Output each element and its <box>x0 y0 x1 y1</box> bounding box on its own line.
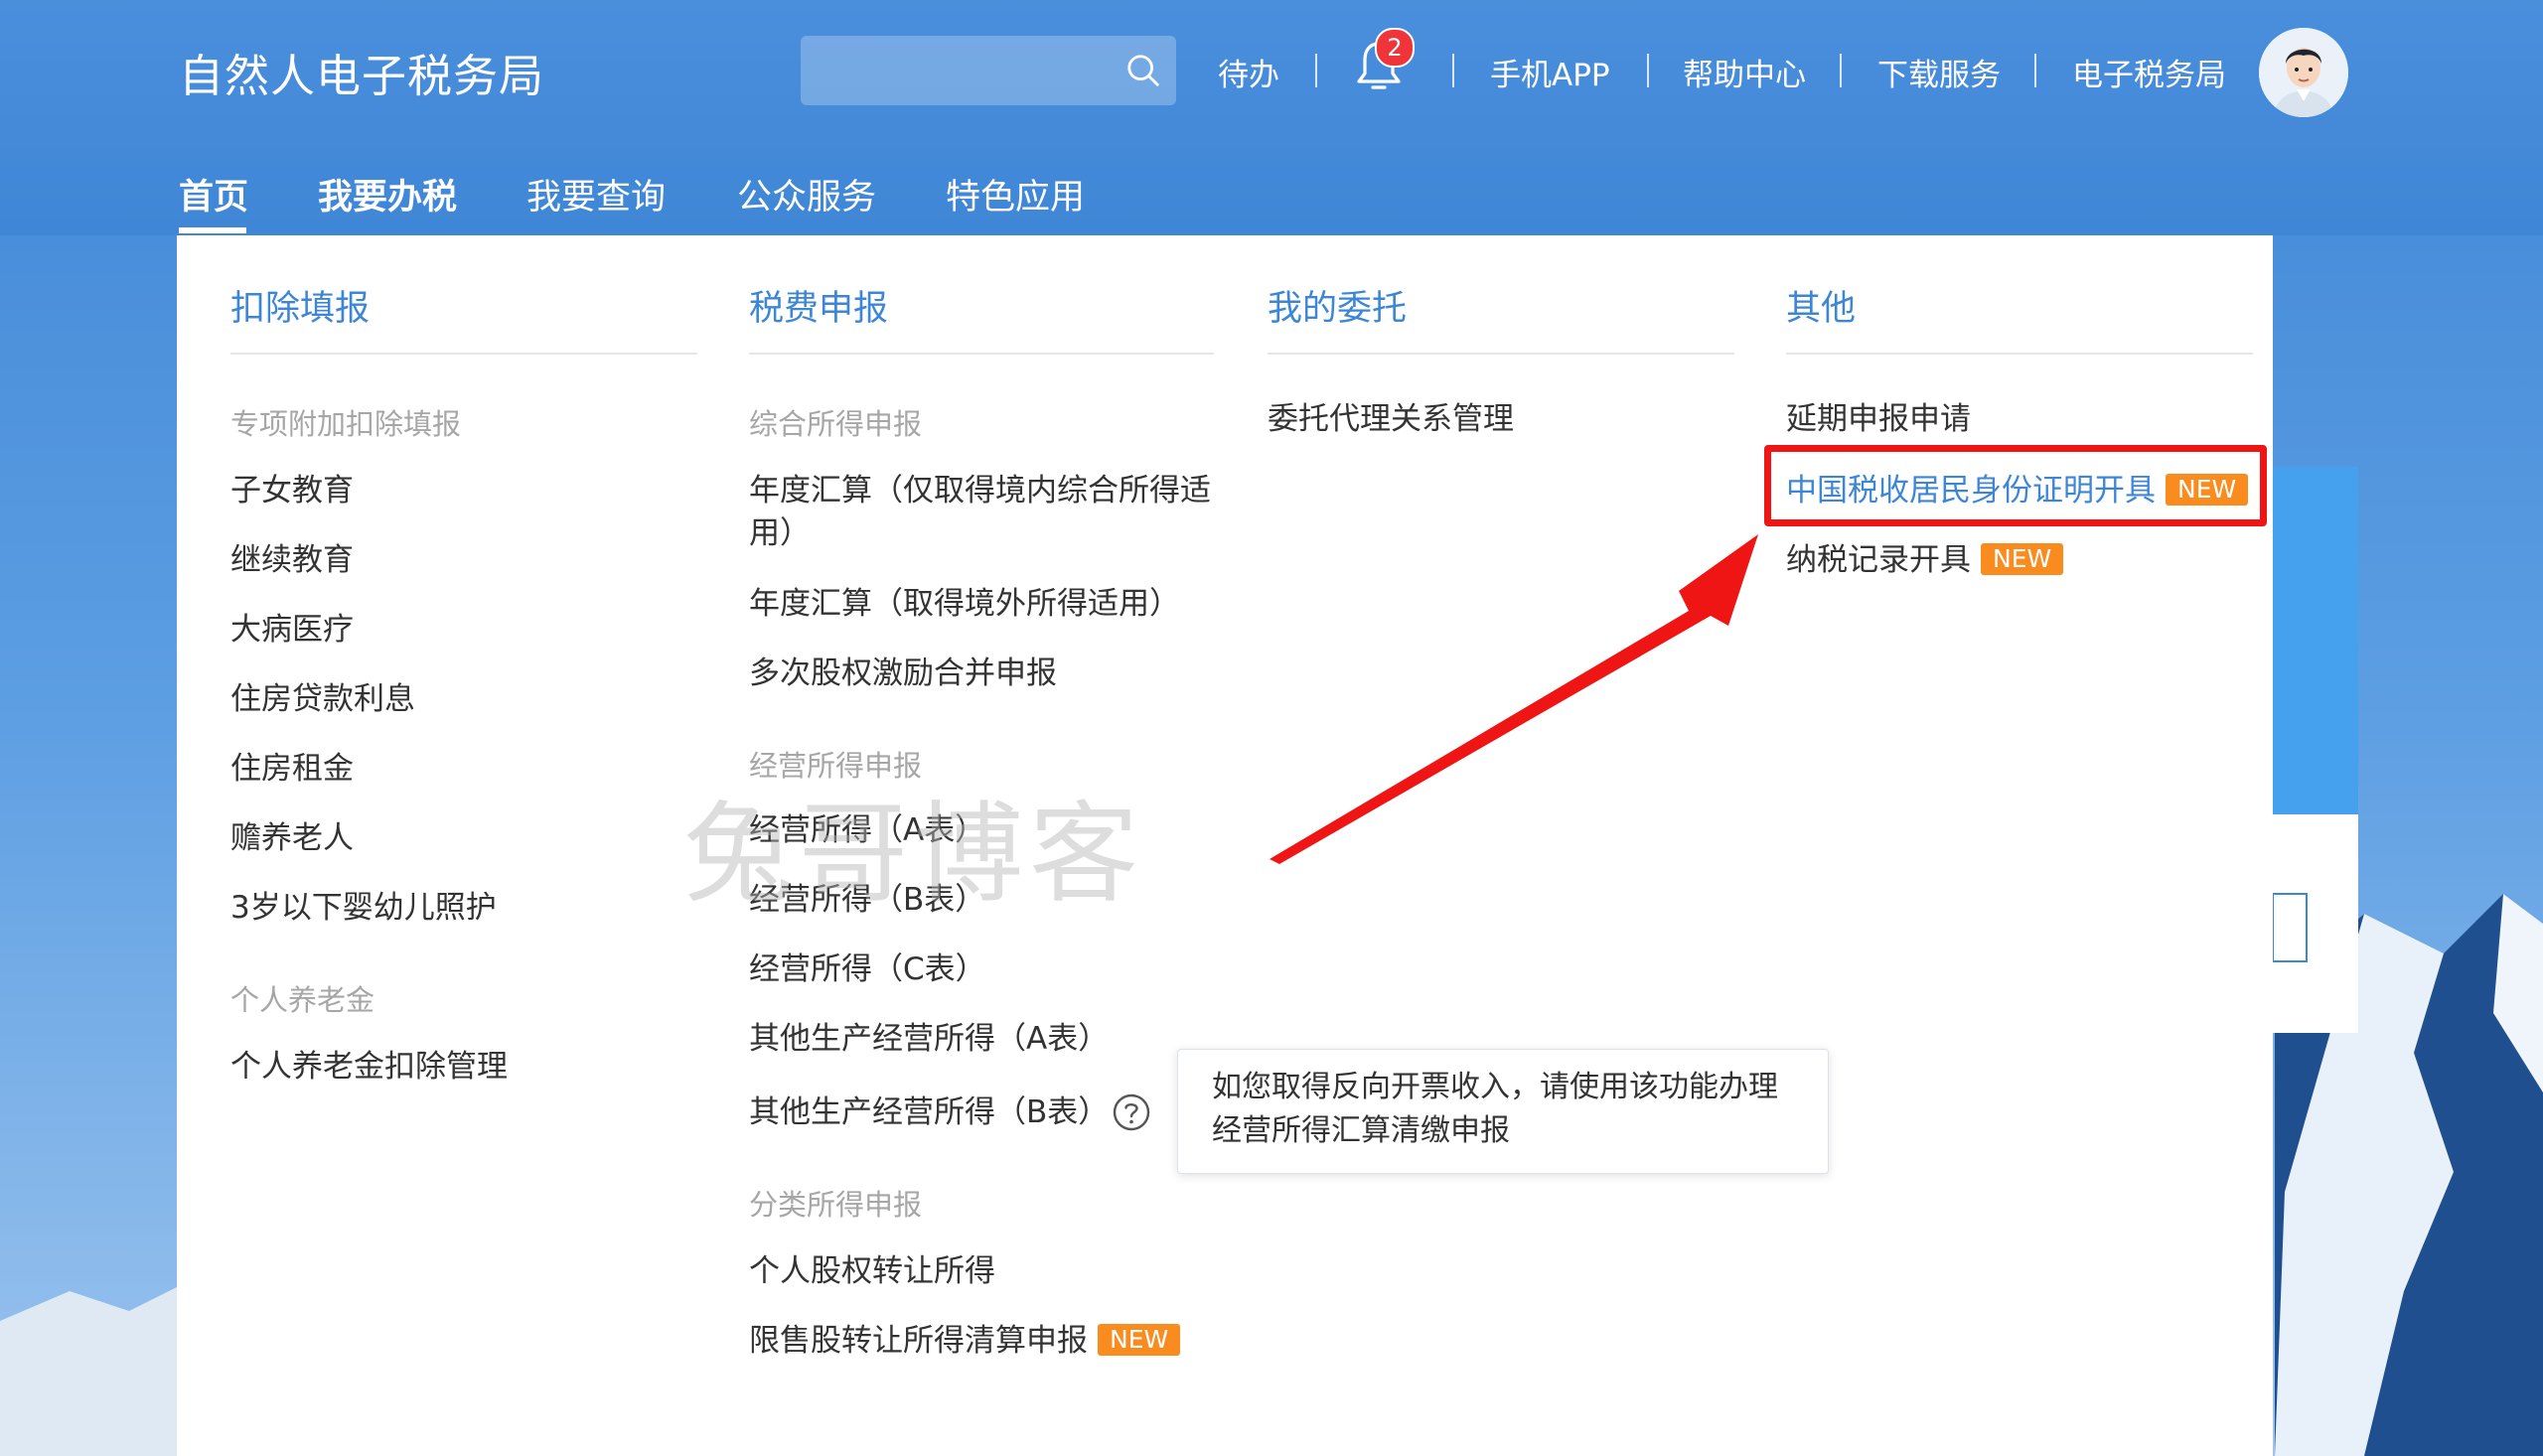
nav-home-underline <box>179 227 246 233</box>
watermark: 兔哥博客 <box>683 791 1144 918</box>
divider <box>2034 54 2036 87</box>
menu-item-label: 限售股转让所得清算申报 <box>749 1323 1088 1359</box>
section-label: 个人养老金 <box>230 983 375 1017</box>
divider <box>230 353 697 355</box>
menu-item[interactable]: 其他生产经营所得（A表） <box>749 1017 1109 1061</box>
menu-item[interactable]: 多次股权激励合并申报 <box>749 652 1057 695</box>
nav-tax-handling[interactable]: 我要办税 <box>318 169 457 219</box>
column-title-my-delegation: 我的委托 <box>1268 289 1408 329</box>
menu-item[interactable]: 委托代理关系管理 <box>1268 397 1514 441</box>
site-title[interactable]: 自然人电子税务局 <box>179 40 544 104</box>
new-badge: NEW <box>1098 1324 1181 1356</box>
menu-item[interactable]: 3岁以下婴幼儿照护 <box>230 886 497 930</box>
menu-item[interactable]: 用） <box>749 511 811 555</box>
menu-item[interactable]: 住房租金 <box>230 747 354 791</box>
top-link-mobile-app[interactable]: 手机APP <box>1490 50 1610 94</box>
menu-item[interactable]: 个人股权转让所得 <box>749 1249 995 1293</box>
column-title-tax-declaration: 税费申报 <box>749 289 889 329</box>
top-link-todo[interactable]: 待办 <box>1218 50 1279 94</box>
menu-item[interactable]: 其他生产经营所得（B表） <box>749 1091 1109 1134</box>
top-link-download[interactable]: 下载服务 <box>1877 50 2001 94</box>
annotation-highlight-box <box>1764 445 2267 526</box>
question-circle-icon[interactable] <box>1112 1092 1151 1132</box>
menu-item[interactable]: 年度汇算（取得境外所得适用） <box>749 582 1180 626</box>
divider <box>1268 353 1734 355</box>
tooltip-line: 如您取得反向开票收入，请使用该功能办理 <box>1212 1070 1778 1104</box>
nav-query[interactable]: 我要查询 <box>526 169 666 219</box>
divider <box>1452 54 1454 87</box>
tooltip-line: 经营所得汇算清缴申报 <box>1212 1113 1510 1148</box>
divider <box>1315 54 1317 87</box>
section-label: 综合所得申报 <box>749 407 923 441</box>
nav-featured-apps[interactable]: 特色应用 <box>946 169 1085 219</box>
menu-item[interactable]: 赡养老人 <box>230 816 354 860</box>
column-title-other: 其他 <box>1786 289 1857 329</box>
menu-item[interactable]: 住房贷款利息 <box>230 677 415 721</box>
top-link-help-center[interactable]: 帮助中心 <box>1683 50 1806 94</box>
search-input[interactable] <box>801 36 1176 105</box>
menu-item[interactable]: 子女教育 <box>230 469 354 512</box>
tooltip: 如您取得反向开票收入，请使用该功能办理 经营所得汇算清缴申报 <box>1177 1049 1829 1174</box>
menu-item[interactable]: 大病医疗 <box>230 608 354 652</box>
nav-home[interactable]: 首页 <box>179 169 248 219</box>
avatar-icon <box>2259 28 2348 117</box>
divider <box>1840 54 1842 87</box>
menu-item[interactable]: 年度汇算（仅取得境内综合所得适 <box>749 469 1211 512</box>
menu-item[interactable]: 延期申报申请 <box>1786 397 1971 441</box>
annotation-arrow <box>1270 534 1758 864</box>
section-label: 分类所得申报 <box>749 1188 923 1222</box>
search-icon[interactable] <box>1124 52 1162 89</box>
menu-item[interactable]: 经营所得（C表） <box>749 947 986 991</box>
menu-item[interactable]: 个人养老金扣除管理 <box>230 1045 508 1089</box>
divider <box>749 353 1214 355</box>
menu-item-label: 纳税记录开具 <box>1786 542 1971 578</box>
top-header: 自然人电子税务局 待办 2 手机APP 帮助中心 下载服务 电子税务局 首页 我… <box>0 0 2543 235</box>
menu-item[interactable]: 继续教育 <box>230 538 354 582</box>
menu-item[interactable]: 纳税记录开具 NEW <box>1786 538 2064 582</box>
nav-public-service[interactable]: 公众服务 <box>737 169 876 219</box>
divider <box>1647 54 1649 87</box>
divider <box>1786 353 2253 355</box>
user-avatar[interactable] <box>2259 28 2348 117</box>
new-badge: NEW <box>1981 543 2064 575</box>
notification-badge: 2 <box>1375 28 1415 68</box>
menu-item[interactable]: 限售股转让所得清算申报 NEW <box>749 1319 1181 1363</box>
background-card <box>2273 467 2358 1033</box>
top-link-e-tax-bureau[interactable]: 电子税务局 <box>2072 50 2226 94</box>
section-label: 专项附加扣除填报 <box>230 407 462 441</box>
column-title-deduction: 扣除填报 <box>230 289 371 329</box>
